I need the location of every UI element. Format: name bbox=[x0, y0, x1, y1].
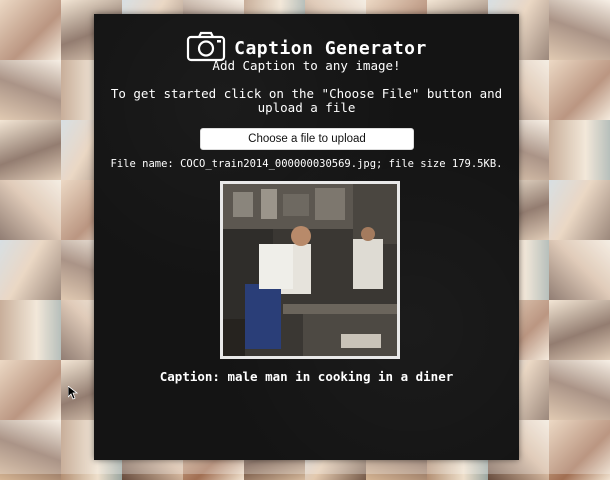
subtitle: Add Caption to any image! bbox=[212, 58, 401, 73]
file-info: File name: COCO_train2014_000000030569.j… bbox=[110, 158, 503, 170]
caption-panel: Caption Generator Add Caption to any ima… bbox=[94, 14, 519, 460]
uploaded-image bbox=[220, 181, 400, 359]
choose-file-button[interactable]: Choose a file to upload bbox=[200, 128, 414, 150]
generated-caption: Caption: male man in cooking in a diner bbox=[159, 369, 454, 384]
instructions-text: To get started click on the "Choose File… bbox=[110, 86, 503, 115]
page-title: Caption Generator bbox=[234, 37, 427, 59]
